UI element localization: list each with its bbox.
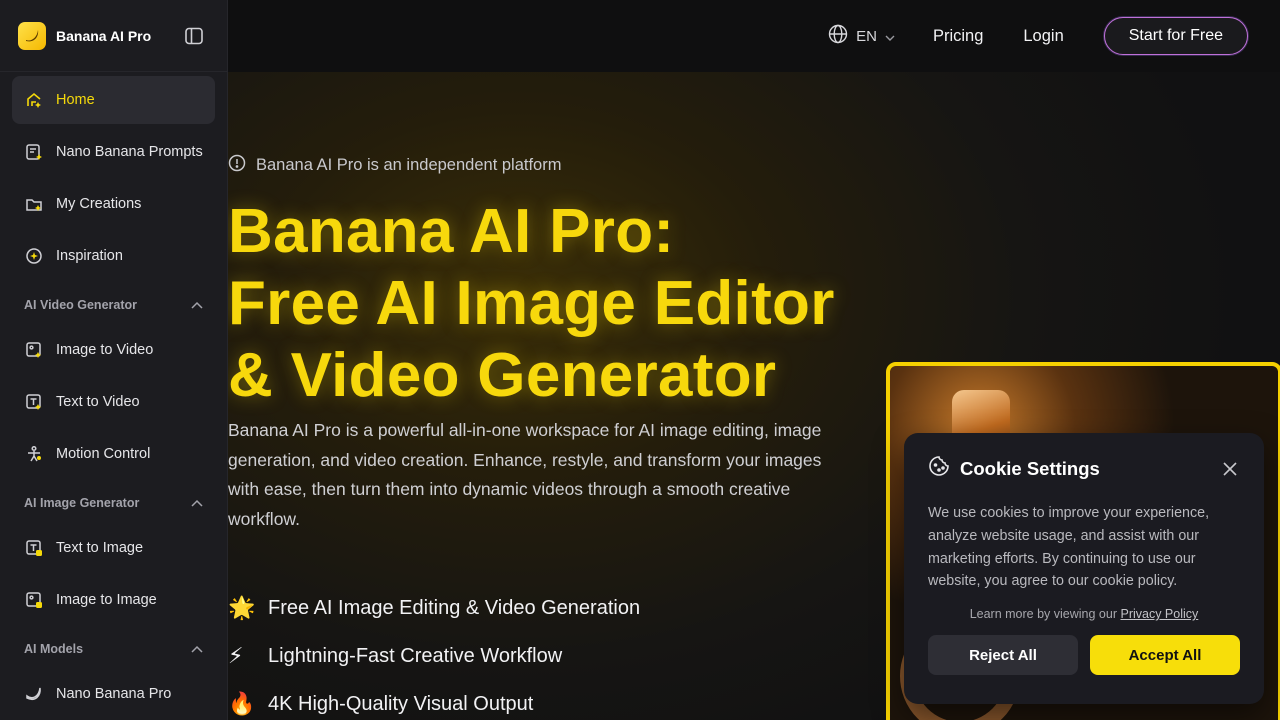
cookie-header: Cookie Settings	[928, 455, 1240, 482]
text-image-icon	[24, 538, 44, 558]
cookie-description: We use cookies to improve your experienc…	[928, 505, 1210, 590]
close-icon[interactable]	[1220, 459, 1240, 479]
feature-item: 🌟 Free AI Image Editing & Video Generati…	[228, 584, 640, 632]
sidebar-item-text-to-image[interactable]: Text to Image	[12, 524, 215, 572]
inspiration-icon	[24, 246, 44, 266]
reject-all-button[interactable]: Reject All	[928, 635, 1078, 676]
section-title: AI Image Generator	[24, 496, 140, 510]
sidebar-item-image-to-image[interactable]: Image to Image	[12, 576, 215, 624]
hero-title-line: & Video Generator	[228, 341, 777, 410]
sidebar-item-inspiration[interactable]: Inspiration	[12, 232, 215, 280]
sidebar: Banana AI Pro Home Nano Banana Prompts M…	[0, 0, 228, 720]
language-label: EN	[856, 27, 877, 45]
feature-list: 🌟 Free AI Image Editing & Video Generati…	[228, 584, 640, 720]
feature-text: Free AI Image Editing & Video Generation	[268, 596, 641, 619]
image-image-icon	[24, 590, 44, 610]
hero-title: Banana AI Pro: Free AI Image Editor & Vi…	[228, 196, 868, 412]
accept-all-button[interactable]: Accept All	[1090, 635, 1240, 676]
section-title: AI Video Generator	[24, 298, 137, 312]
login-link[interactable]: Login	[1023, 27, 1063, 46]
notice-text: Banana AI Pro is an independent platform	[256, 156, 562, 174]
section-ai-video-generator[interactable]: AI Video Generator	[12, 284, 215, 326]
image-video-icon	[24, 340, 44, 360]
sidebar-item-home[interactable]: Home	[12, 76, 215, 124]
sidebar-header: Banana AI Pro	[0, 0, 227, 72]
home-sparkle-icon	[24, 90, 44, 110]
pricing-link[interactable]: Pricing	[933, 27, 983, 46]
text-video-icon	[24, 392, 44, 412]
sidebar-item-label: Motion Control	[56, 446, 151, 462]
prompt-list-icon	[24, 142, 44, 162]
privacy-policy-link[interactable]: Privacy Policy	[1120, 607, 1198, 621]
globe-icon	[828, 24, 848, 48]
sidebar-item-label: My Creations	[56, 196, 142, 212]
feature-item: ⚡ Lightning-Fast Creative Workflow	[228, 632, 640, 680]
sidebar-item-label: Nano Banana Pro	[56, 686, 172, 702]
learn-more-text: Learn more by viewing our	[969, 607, 1121, 622]
feature-text: 4K High-Quality Visual Output	[268, 692, 534, 715]
sidebar-item-my-creations[interactable]: My Creations	[12, 180, 215, 228]
motion-figure-icon	[24, 444, 44, 464]
chevron-up-icon[interactable]	[191, 298, 203, 312]
sidebar-item-label: Nano Banana Prompts	[56, 144, 203, 160]
sidebar-toggle-icon[interactable]	[183, 25, 205, 47]
section-title: AI Models	[24, 642, 84, 656]
language-selector[interactable]: EN	[828, 24, 895, 48]
sidebar-item-label: Image to Image	[56, 592, 157, 608]
section-ai-models[interactable]: AI Models	[12, 628, 215, 670]
topbar: EN Pricing Login Start for Free	[228, 0, 1280, 72]
start-for-free-button[interactable]: Start for Free	[1103, 17, 1248, 55]
sidebar-nav: Home Nano Banana Prompts My Creations In…	[0, 72, 227, 720]
banana-outline-icon	[24, 684, 44, 704]
sidebar-item-label: Home	[56, 92, 95, 108]
hero-description: Banana AI Pro is a powerful all-in-one w…	[228, 420, 822, 529]
chevron-down-icon	[885, 28, 895, 45]
info-circle-icon	[228, 154, 246, 177]
cookie-learn-more: Learn more by viewing our Privacy Policy	[928, 607, 1240, 621]
cookie-settings-dialog: Cookie Settings We use cookies to improv…	[904, 433, 1264, 704]
sidebar-item-label: Inspiration	[56, 248, 123, 264]
sidebar-item-text-to-video[interactable]: Text to Video	[12, 378, 215, 426]
independent-notice: Banana AI Pro is an independent platform	[228, 154, 561, 177]
cookie-actions: Reject All Accept All	[928, 635, 1240, 676]
sidebar-item-label: Text to Video	[56, 394, 140, 410]
folder-image-icon	[24, 194, 44, 214]
section-ai-image-generator[interactable]: AI Image Generator	[12, 482, 215, 524]
chevron-up-icon[interactable]	[191, 642, 203, 656]
sidebar-item-prompts[interactable]: Nano Banana Prompts	[12, 128, 215, 176]
hero-title-line: Free AI Image Editor	[228, 269, 835, 338]
star-emoji-icon: 🌟	[228, 595, 256, 620]
sidebar-item-nano-banana-pro[interactable]: Nano Banana Pro	[12, 670, 215, 718]
fire-emoji-icon: 🔥	[228, 691, 256, 716]
cookie-title: Cookie Settings	[960, 457, 1100, 479]
sidebar-item-motion-control[interactable]: Motion Control	[12, 430, 215, 478]
cookie-icon	[928, 455, 950, 482]
sidebar-item-label: Image to Video	[56, 342, 154, 358]
brand-name[interactable]: Banana AI Pro	[56, 28, 151, 44]
chevron-up-icon[interactable]	[191, 496, 203, 510]
sidebar-item-image-to-video[interactable]: Image to Video	[12, 326, 215, 374]
banana-logo-icon[interactable]	[18, 21, 46, 50]
feature-text: Lightning-Fast Creative Workflow	[268, 644, 563, 667]
lightning-emoji-icon: ⚡	[228, 643, 244, 668]
sidebar-item-label: Text to Image	[56, 540, 144, 556]
feature-item: 🔥 4K High-Quality Visual Output	[228, 680, 640, 720]
hero-title-line: Banana AI Pro:	[228, 197, 675, 266]
